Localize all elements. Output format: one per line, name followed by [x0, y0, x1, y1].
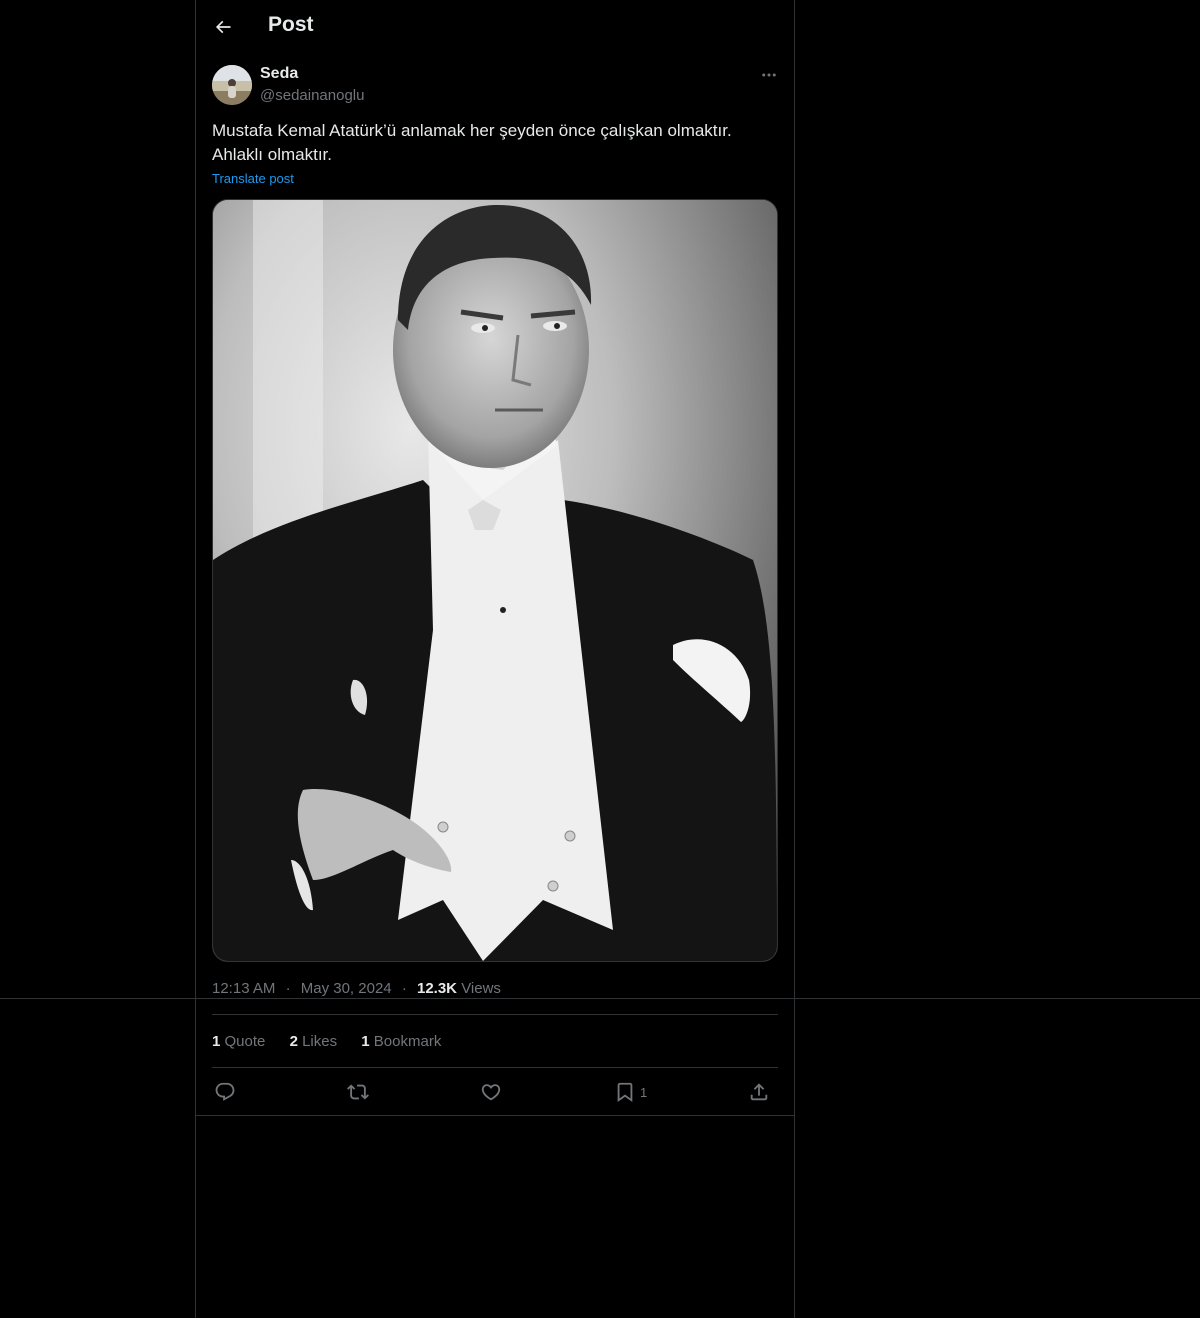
meta-separator: ·: [285, 980, 291, 997]
translate-post-link[interactable]: Translate post: [212, 171, 294, 186]
divider: [212, 1014, 778, 1015]
page-title: Post: [268, 13, 314, 36]
author-display-name[interactable]: Seda: [260, 65, 298, 83]
reply-button[interactable]: [214, 1078, 236, 1106]
post-time[interactable]: 12:13 AM: [212, 980, 275, 997]
repost-button[interactable]: [347, 1078, 369, 1106]
like-button[interactable]: [480, 1078, 502, 1106]
reply-icon: [215, 1082, 235, 1101]
horizontal-rule: [0, 998, 1200, 999]
quotes-count: 1: [212, 1033, 221, 1050]
post-text-line: Mustafa Kemal Atatürk’ü anlamak her şeyd…: [212, 121, 732, 140]
quotes-label: Quote: [224, 1033, 266, 1050]
bookmark-button[interactable]: 1: [614, 1078, 647, 1106]
post-image[interactable]: [212, 199, 778, 962]
likes-stat[interactable]: 2 Likes: [290, 1033, 338, 1050]
engagement-stats: 1 Quote 2 Likes 1 Bookmark: [212, 1033, 461, 1050]
back-button[interactable]: [206, 10, 240, 44]
post-metadata: 12:13 AM · May 30, 2024 · 12.3K Views: [212, 980, 501, 997]
action-bar: 1: [212, 1078, 778, 1108]
quotes-stat[interactable]: 1 Quote: [212, 1033, 265, 1050]
top-bar: Post: [196, 0, 794, 53]
avatar[interactable]: [212, 65, 252, 105]
divider: [196, 1115, 794, 1116]
back-arrow-icon: [215, 20, 231, 34]
share-icon: [750, 1083, 768, 1101]
post-column: Post Seda @sedainanoglu Mustafa Kemal At…: [195, 0, 795, 1318]
portrait-photo: [213, 200, 777, 961]
bookmarks-count: 1: [361, 1033, 370, 1050]
more-options-button[interactable]: [756, 64, 782, 86]
post-text-line: Ahlaklı olmaktır.: [212, 145, 332, 164]
divider: [212, 1067, 778, 1068]
like-icon: [481, 1084, 501, 1101]
more-horizontal-icon: [762, 73, 776, 77]
bookmarks-label: Bookmark: [373, 1033, 442, 1050]
avatar-image: [212, 65, 252, 105]
share-button[interactable]: [748, 1078, 770, 1106]
views-label: Views: [461, 980, 501, 997]
bookmark-count: 1: [640, 1084, 648, 1100]
meta-separator: ·: [401, 980, 407, 997]
author-handle[interactable]: @sedainanoglu: [260, 87, 364, 104]
post-text: Mustafa Kemal Atatürk’ü anlamak her şeyd…: [212, 119, 778, 167]
bookmarks-stat[interactable]: 1 Bookmark: [361, 1033, 441, 1050]
views-count: 12.3K: [416, 980, 458, 997]
post-date[interactable]: May 30, 2024: [301, 980, 392, 997]
bookmark-icon: [617, 1082, 633, 1103]
repost-icon: [347, 1084, 369, 1100]
likes-count: 2: [289, 1033, 298, 1050]
likes-label: Likes: [302, 1033, 338, 1050]
